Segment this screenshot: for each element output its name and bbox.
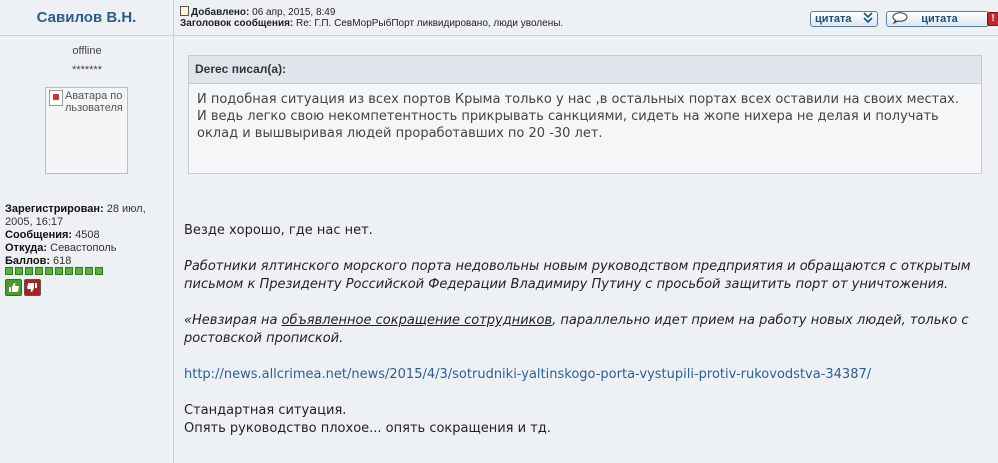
location-row: Откуда: Севастополь: [5, 242, 117, 254]
underlined-text: объявленное сокращение сотрудников: [281, 313, 553, 328]
post-paragraph-final: Стандартная ситуация. Опять руководство …: [184, 403, 551, 436]
post-subject: Re: Г.П. СевМорРыбПорт ликвидировано, лю…: [293, 18, 564, 29]
avatar: Аватара пользователя: [45, 87, 128, 174]
post-paragraph-italic: Работники ялтинского морского порта недо…: [184, 259, 971, 292]
post-content-panel: Добавлено: 06 апр, 2015, 8:49 Заголовок …: [174, 0, 998, 463]
rating-segment: [35, 267, 43, 275]
rating-segment: [5, 267, 13, 275]
post-subject-row: Заголовок сообщения: Re: Г.П. СевМорРыбП…: [180, 18, 564, 29]
rating-segment: [75, 267, 83, 275]
rating-bar: [5, 267, 105, 275]
author-name[interactable]: Савилов В.Н.: [37, 9, 137, 26]
profile-info: Зарегистрирован: 28 июл, 2005, 16:17 Соо…: [5, 203, 171, 268]
double-chevron-down-icon: [863, 12, 873, 26]
quote-button[interactable]: цитата: [886, 11, 989, 27]
quote-author: Derec писал(а):: [189, 56, 981, 84]
quote-text: И подобная ситуация из всех портов Крыма…: [197, 92, 959, 141]
vote-buttons: [5, 279, 43, 296]
rating-segment: [95, 267, 103, 275]
link-paragraph: http://news.allcrimea.net/news/2015/4/3/…: [184, 366, 989, 384]
quote-block: Derec писал(а): И подобная ситуация из в…: [188, 55, 982, 174]
rating-segment: [85, 267, 93, 275]
rank-stars: *******: [72, 64, 102, 76]
author-name-bar: Савилов В.Н.: [0, 0, 173, 36]
post-paragraph-italic-quote: «Невзирая на объявленное сокращение сотр…: [184, 313, 969, 346]
speech-bubble-icon: [891, 11, 909, 27]
post-header: Добавлено: 06 апр, 2015, 8:49 Заголовок …: [174, 0, 998, 36]
post-paragraph: Везде хорошо, где нас нет.: [184, 223, 373, 238]
rating-segment: [45, 267, 53, 275]
quote-buttons: цитата цитата: [810, 11, 997, 27]
rating-segment: [65, 267, 73, 275]
rating-segment: [15, 267, 23, 275]
broken-image-icon: [49, 90, 63, 106]
post-icon[interactable]: [180, 6, 189, 16]
posts-row: Сообщения: 4508: [5, 229, 100, 241]
thumbs-up-icon[interactable]: [5, 279, 22, 296]
online-status: offline: [72, 45, 102, 57]
author-panel: Савилов В.Н. offline ******* Аватара пол…: [0, 0, 174, 463]
rating-segment: [55, 267, 63, 275]
post-meta: Добавлено: 06 апр, 2015, 8:49 Заголовок …: [180, 6, 563, 29]
report-icon[interactable]: !: [987, 12, 998, 26]
thumbs-down-icon[interactable]: [24, 279, 41, 296]
forum-post: Савилов В.Н. offline ******* Аватара пол…: [0, 0, 998, 463]
avatar-alt-text: Аватара пользователя: [65, 90, 123, 114]
news-link[interactable]: http://news.allcrimea.net/news/2015/4/3/…: [184, 367, 871, 382]
post-date: 06 апр, 2015, 8:49: [249, 7, 336, 18]
multi-quote-button[interactable]: цитата: [810, 11, 878, 27]
rating-segment: [25, 267, 33, 275]
registered-row: Зарегистрирован: 28 июл, 2005, 16:17: [5, 203, 146, 228]
post-body: Везде хорошо, где нас нет. Работники ялт…: [184, 222, 989, 438]
post-date-row: Добавлено: 06 апр, 2015, 8:49: [180, 6, 563, 18]
